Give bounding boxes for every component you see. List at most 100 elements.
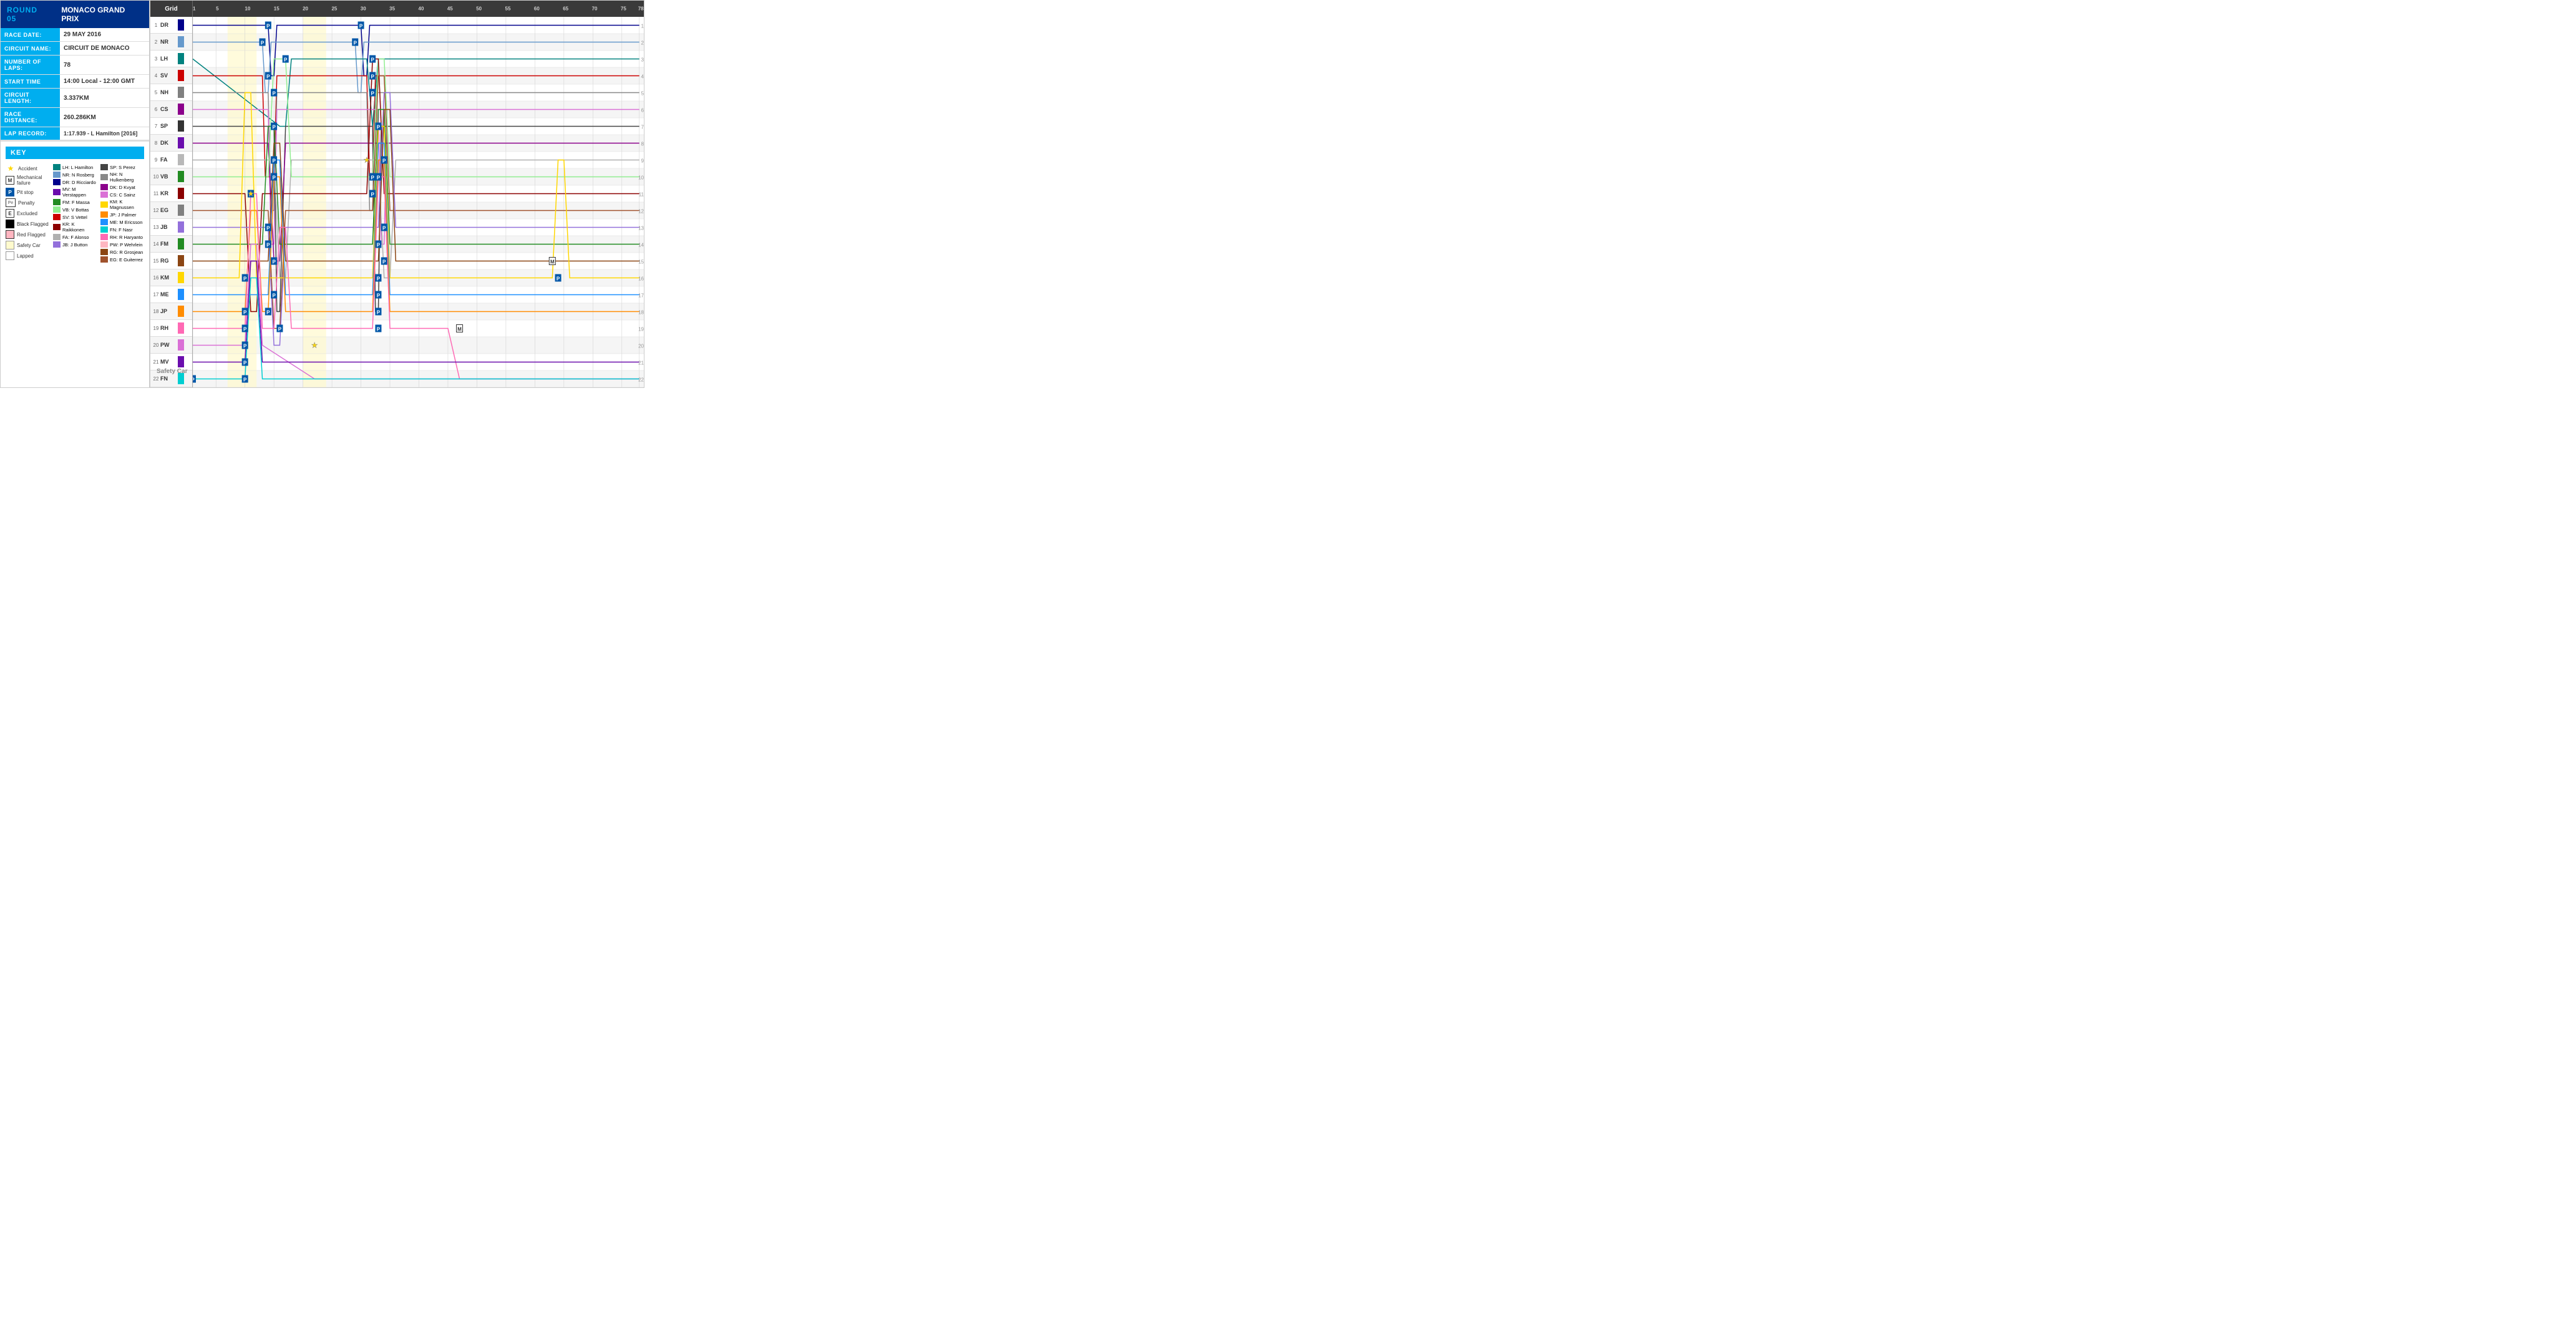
- code-LH: LH: [160, 56, 178, 62]
- pit-label-FM-14: P: [266, 243, 270, 248]
- driver-MV: MV: M Verstappen: [53, 186, 97, 198]
- dk-label: DK: D Kvyat: [110, 185, 135, 190]
- km-label: KM: K Magnussen: [110, 199, 144, 210]
- circuit-length-value: 3.337KM: [60, 89, 93, 107]
- mv-color: [53, 189, 61, 195]
- pos-NR: 2: [152, 39, 160, 45]
- circuit-name-label: CIRCUIT NAME:: [1, 42, 60, 55]
- pw-color: [100, 241, 108, 248]
- safetycar-icon: [6, 241, 14, 249]
- pos-DK: 8: [152, 140, 160, 146]
- code-NH: NH: [160, 89, 178, 95]
- me-label: ME: M Ericsson: [110, 220, 143, 225]
- main-layout: ROUND 05 MONACO GRAND PRIX RACE DATE: 29…: [0, 0, 644, 388]
- pit-label-ME-33: P: [377, 293, 381, 299]
- driver-KM: KM: K Magnussen: [100, 199, 144, 210]
- pos-NH: 5: [152, 90, 160, 95]
- km-color: [100, 201, 108, 208]
- driver-RH: RH: R Haryanto: [100, 234, 144, 240]
- vb-label: VB: V Bottas: [62, 207, 89, 213]
- lap-header-75: 75: [621, 6, 626, 12]
- me-color: [100, 219, 108, 225]
- nr-label: NR: N Rosberg: [62, 172, 94, 178]
- pos-EG: 12: [152, 208, 160, 213]
- lap-record-label: LAP RECORD:: [1, 127, 60, 140]
- rg-label: RG: R Grosjean: [110, 249, 143, 255]
- pos-FM: 14: [152, 241, 160, 247]
- key-accident-label: Accident: [18, 166, 37, 172]
- pit-label-ME-15: P: [272, 293, 276, 299]
- row-info-JP: 18 JP: [150, 303, 192, 320]
- row-end-num-8: 8: [641, 142, 644, 147]
- pos-RG: 15: [152, 258, 160, 264]
- code-DR: DR: [160, 22, 178, 28]
- startbar-ME: [178, 289, 184, 300]
- rg-color: [100, 249, 108, 255]
- key-section: KEY ★ Accident M Mechanicalfailure P Pit: [1, 140, 149, 269]
- drivers-right-col: SP: S Perez NH: N Hulkenberg DK: D Kvyat…: [100, 164, 144, 264]
- key-symbols-col: ★ Accident M Mechanicalfailure P Pit sto…: [6, 164, 49, 264]
- key-redflag: Red Flagged: [6, 230, 49, 239]
- eg-color: [100, 256, 108, 263]
- race-date-row: RACE DATE: 29 MAY 2016: [1, 28, 149, 42]
- start-time-value: 14:00 Local - 12:00 GMT: [60, 75, 139, 88]
- row-info-VB: 10 VB: [150, 168, 192, 185]
- code-JB: JB: [160, 224, 178, 230]
- driver-FA: FA: F Alonso: [53, 234, 97, 240]
- accident-star-icon: ★: [248, 190, 255, 198]
- pit-label-LH-32: P: [371, 57, 374, 63]
- key-excluded: E Excluded: [6, 209, 49, 218]
- key-safetycar: Safety Car: [6, 241, 49, 249]
- code-KR: KR: [160, 190, 178, 196]
- row-info-RH: 19 RH: [150, 320, 192, 337]
- lh-color: [53, 164, 61, 170]
- driver-NR: NR: N Rosberg: [53, 172, 97, 178]
- fn-color: [100, 226, 108, 233]
- pos-KR: 11: [152, 191, 160, 196]
- row-info-NH: 5 NH: [150, 84, 192, 101]
- row-end-num-13: 13: [638, 226, 644, 231]
- row-info-ME: 17 ME: [150, 286, 192, 303]
- code-EG: EG: [160, 207, 178, 213]
- pit-label-VB-15: P: [272, 175, 276, 181]
- left-info-col: 1 DR 2 NR 3 LH 4 SV 5 NH 6 CS 7 SP 8 DK …: [150, 17, 193, 387]
- sp-label: SP: S Perez: [110, 165, 135, 170]
- chart-container: Grid 15101520253035404550556065707578 1 …: [150, 0, 644, 388]
- driver-VB: VB: V Bottas: [53, 206, 97, 213]
- code-FM: FM: [160, 241, 178, 247]
- row-info-KR: 11 KR: [150, 185, 192, 202]
- startbar-LH: [178, 53, 184, 64]
- blackflag-icon: [6, 220, 14, 228]
- number-of-laps-row: NUMBER OF LAPS: 78: [1, 56, 149, 75]
- driver-RG: RG: R Grosjean: [100, 249, 144, 255]
- startbar-RH: [178, 322, 184, 334]
- lap-header-65: 65: [563, 6, 568, 12]
- row-end-num-20: 20: [638, 344, 644, 349]
- pit-label-FN-10: P: [243, 377, 247, 383]
- code-VB: VB: [160, 173, 178, 180]
- pit-label-VB-33: P: [377, 175, 381, 181]
- circuit-name-value: CIRCUIT DE MONACO: [60, 42, 134, 55]
- code-JP: JP: [160, 308, 178, 314]
- circuit-name-row: CIRCUIT NAME: CIRCUIT DE MONACO: [1, 42, 149, 56]
- code-KM: KM: [160, 274, 178, 281]
- lap-header-10: 10: [245, 6, 250, 12]
- pos-CS: 6: [152, 107, 160, 112]
- row-end-num-10: 10: [638, 175, 644, 181]
- key-mechanical-label: Mechanicalfailure: [17, 175, 42, 186]
- row-info-SP: 7 SP: [150, 118, 192, 135]
- code-FA: FA: [160, 157, 178, 163]
- pit-label-FA-34: P: [382, 158, 386, 164]
- penalty-icon: Pe: [6, 198, 16, 207]
- pit-label-NR-13: P: [261, 41, 265, 46]
- code-SP: SP: [160, 123, 178, 129]
- pit-label-RH-10: P: [243, 327, 247, 332]
- pit-label-KM-33: P: [377, 276, 381, 282]
- start-time-label: START TIME: [1, 75, 60, 88]
- circuit-length-label: CIRCUIT LENGTH:: [1, 89, 60, 107]
- code-MV: MV: [160, 359, 178, 365]
- startbar-JP: [178, 306, 184, 317]
- mechanical-label: M: [457, 327, 462, 332]
- pit-label-VB-32: P: [371, 175, 374, 181]
- row-info-PW: 20 PW: [150, 337, 192, 354]
